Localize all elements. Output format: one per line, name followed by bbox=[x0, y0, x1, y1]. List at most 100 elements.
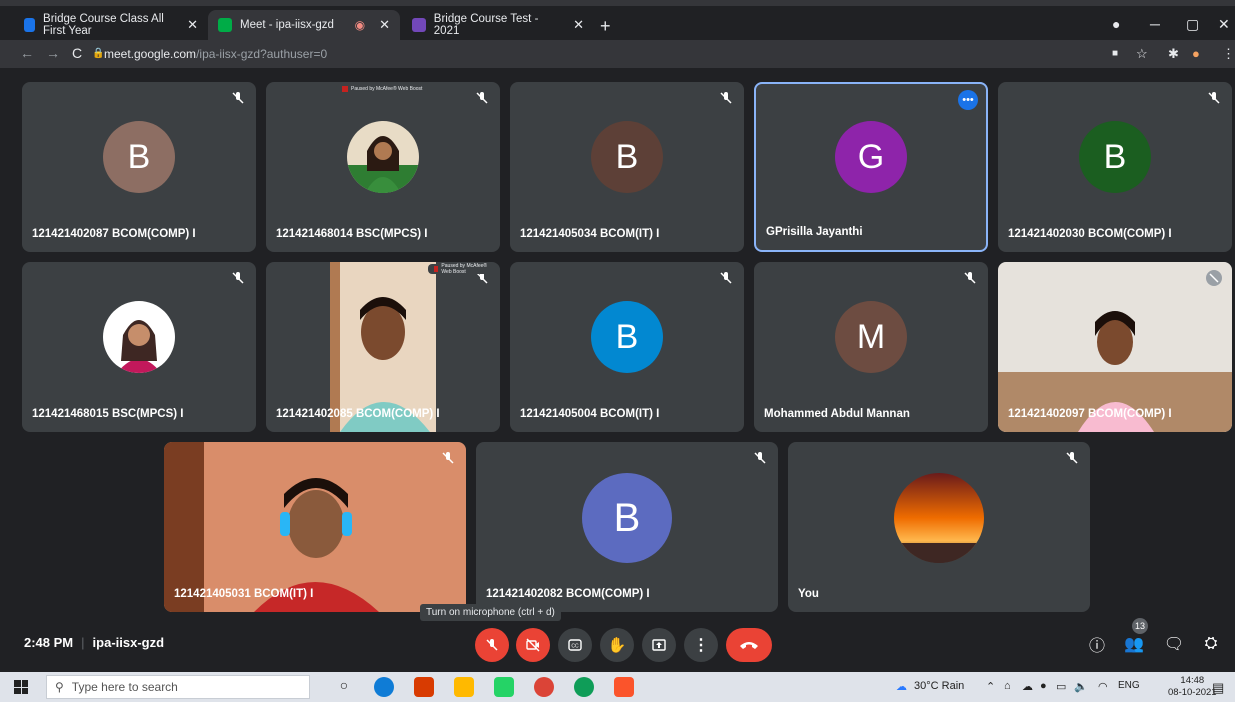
participant-tile[interactable]: B 121421402087 BCOM(COMP) I bbox=[22, 82, 256, 252]
raise-hand-button[interactable]: ✋ bbox=[600, 628, 634, 662]
avatar bbox=[347, 121, 419, 193]
camera-indicator-icon[interactable]: ■ bbox=[1112, 48, 1118, 59]
notifications-icon[interactable]: ▤ bbox=[1212, 680, 1224, 696]
separator: | bbox=[81, 635, 85, 650]
participant-tile[interactable]: 121421405031 BCOM(IT) I bbox=[164, 442, 466, 612]
meeting-grid: B 121421402087 BCOM(COMP) I Paused by Mc… bbox=[0, 68, 1235, 622]
present-button[interactable] bbox=[642, 628, 676, 662]
network-icon[interactable]: ⌂ bbox=[1004, 680, 1011, 692]
chat-icon: 🗨 bbox=[1163, 636, 1185, 653]
participant-tile[interactable]: B 121421402030 BCOM(COMP) I bbox=[998, 82, 1232, 252]
browser-tab-strip: Bridge Course Class All First Year ✕ Mee… bbox=[0, 0, 1235, 40]
participant-name: 121421402085 BCOM(COMP) I bbox=[276, 408, 440, 420]
tab-meet[interactable]: Meet - ipa-iisx-gzd ◉ ✕ bbox=[208, 10, 400, 40]
new-tab-icon[interactable]: + bbox=[600, 16, 611, 37]
activities-button[interactable]: ⛭ bbox=[1199, 632, 1223, 656]
activities-icon: ⛭ bbox=[1204, 635, 1218, 652]
close-icon[interactable]: ✕ bbox=[573, 17, 584, 33]
chrome-icon[interactable] bbox=[534, 677, 554, 697]
language-indicator[interactable]: ENG bbox=[1118, 680, 1140, 691]
participant-tile[interactable]: Paused by McAfee® Web Boost 121421402085… bbox=[266, 262, 500, 432]
windows-start-icon[interactable] bbox=[14, 680, 28, 694]
captions-icon: CC bbox=[568, 639, 582, 651]
participant-tile[interactable]: Paused by McAfee® Web Boost 121421468014… bbox=[266, 82, 500, 252]
tab-bridge-course-test[interactable]: Bridge Course Test - 2021 ✕ bbox=[402, 10, 594, 40]
mic-off-icon bbox=[232, 92, 244, 104]
participant-name: 121421402082 BCOM(COMP) I bbox=[486, 588, 650, 600]
chrome-profile-icon[interactable] bbox=[574, 677, 594, 697]
camera-toggle-button[interactable] bbox=[516, 628, 550, 662]
avatar: B bbox=[582, 473, 672, 563]
close-icon[interactable]: ✕ bbox=[379, 17, 390, 33]
participant-name: Mohammed Abdul Mannan bbox=[764, 408, 910, 420]
badge-text: Paused by McAfee® Web Boost bbox=[351, 86, 423, 92]
taskbar-clock[interactable]: 14:48 08-10-2021 bbox=[1168, 675, 1217, 699]
paused-badge: Paused by McAfee® Web Boost bbox=[428, 263, 500, 275]
chat-button[interactable]: 🗨 bbox=[1162, 632, 1186, 656]
participant-name: 121421468014 BSC(MPCS) I bbox=[276, 228, 428, 240]
taskbar-search[interactable]: ⚲ Type here to search bbox=[46, 675, 310, 699]
participant-tile[interactable]: B 121421402082 BCOM(COMP) I bbox=[476, 442, 778, 612]
meeting-code: ipa-iisx-gzd bbox=[92, 635, 165, 650]
extension-avatar-icon[interactable]: ● bbox=[1192, 46, 1200, 61]
profile-icon[interactable]: ● bbox=[1112, 16, 1120, 32]
meeting-controls-bar: 2:48 PM | ipa-iisx-gzd CC ✋ ⋮ ⓘ 👥 🗨 ⛭ bbox=[0, 622, 1235, 672]
participant-name: 121421405004 BCOM(IT) I bbox=[520, 408, 660, 420]
reload-icon[interactable]: C bbox=[72, 45, 82, 61]
mic-off-icon bbox=[442, 452, 454, 464]
participant-tile[interactable]: B 121421405004 BCOM(IT) I bbox=[510, 262, 744, 432]
people-icon: 👥 bbox=[1124, 636, 1144, 653]
extensions-icon[interactable]: ✱ bbox=[1168, 46, 1179, 62]
file-explorer-icon[interactable] bbox=[454, 677, 474, 697]
captions-button[interactable]: CC bbox=[558, 628, 592, 662]
office-icon[interactable] bbox=[414, 677, 434, 697]
url-field[interactable]: meet.google.com/ipa-iisx-gzd?authuser=0 bbox=[104, 47, 327, 61]
avatar bbox=[894, 473, 984, 563]
back-icon[interactable]: ← bbox=[20, 45, 34, 61]
clock-date: 08-10-2021 bbox=[1168, 687, 1217, 698]
cortana-icon[interactable]: ○ bbox=[334, 677, 354, 697]
participant-tile-selected[interactable]: ••• G GPrisilla Jayanthi bbox=[754, 82, 988, 252]
participant-tile[interactable]: 121421402097 BCOM(COMP) I bbox=[998, 262, 1232, 432]
weather-text[interactable]: 30°C Rain bbox=[914, 680, 964, 692]
close-window-icon[interactable]: ✕ bbox=[1218, 16, 1230, 33]
cloud-icon[interactable]: ☁ bbox=[1022, 680, 1033, 693]
mic-toggle-button[interactable] bbox=[475, 628, 509, 662]
avatar bbox=[103, 301, 175, 373]
participant-tile[interactable]: B 121421405034 BCOM(IT) I bbox=[510, 82, 744, 252]
mic-off-icon bbox=[232, 272, 244, 284]
edge-icon[interactable] bbox=[374, 677, 394, 697]
minimize-icon[interactable]: ─ bbox=[1150, 16, 1160, 32]
tab-bridge-course-class[interactable]: Bridge Course Class All First Year ✕ bbox=[14, 10, 208, 40]
menu-icon[interactable]: ⋮ bbox=[1222, 46, 1235, 62]
video-feed bbox=[164, 442, 466, 612]
participant-tile[interactable]: 121421468015 BSC(MPCS) I bbox=[22, 262, 256, 432]
participant-tile-self[interactable]: You bbox=[788, 442, 1090, 612]
lock-icon: 🔒 bbox=[92, 48, 105, 59]
meeting-details: 2:48 PM | ipa-iisx-gzd bbox=[24, 635, 164, 650]
leave-call-button[interactable] bbox=[726, 628, 772, 662]
battery-icon[interactable]: ▭ bbox=[1056, 680, 1066, 693]
clock-time: 14:48 bbox=[1180, 675, 1205, 686]
participant-name: 121421468015 BSC(MPCS) I bbox=[32, 408, 184, 420]
brave-icon[interactable] bbox=[614, 677, 634, 697]
people-button[interactable]: 👥 bbox=[1122, 632, 1146, 656]
more-options-button[interactable]: ⋮ bbox=[684, 628, 718, 662]
forms-icon bbox=[412, 18, 426, 32]
mic-tray-icon[interactable]: ● bbox=[1040, 680, 1047, 692]
avatar: B bbox=[1079, 121, 1151, 193]
whatsapp-icon[interactable] bbox=[494, 677, 514, 697]
participant-tile[interactable]: M Mohammed Abdul Mannan bbox=[754, 262, 988, 432]
maximize-icon[interactable]: ▢ bbox=[1186, 16, 1199, 33]
more-options-icon[interactable]: ••• bbox=[958, 90, 978, 110]
close-icon[interactable]: ✕ bbox=[187, 17, 198, 33]
meeting-info-button[interactable]: ⓘ bbox=[1085, 632, 1109, 656]
bookmark-star-icon[interactable]: ☆ bbox=[1136, 46, 1148, 62]
wifi-icon[interactable]: ◠ bbox=[1098, 680, 1108, 693]
participant-name: 121421402087 BCOM(COMP) I bbox=[32, 228, 196, 240]
forward-icon[interactable]: → bbox=[46, 45, 60, 61]
show-hidden-icons[interactable]: ⌃ bbox=[986, 680, 995, 693]
video-feed bbox=[998, 262, 1232, 432]
volume-icon[interactable]: 🔈 bbox=[1074, 680, 1088, 693]
present-icon bbox=[652, 639, 666, 651]
